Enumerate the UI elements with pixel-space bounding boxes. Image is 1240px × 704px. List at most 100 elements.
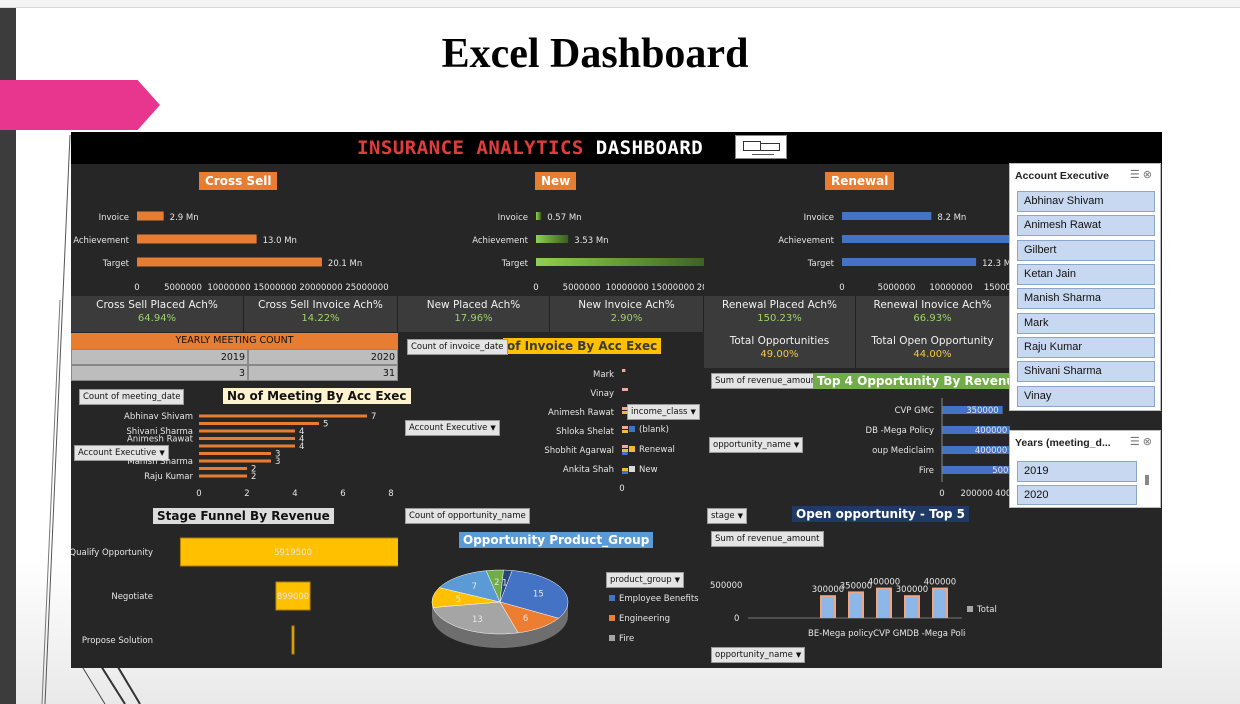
meetings-chart[interactable]: Abhinav Shivam 75Shivani Sharma 4Animesh R… xyxy=(71,404,398,500)
data-label: 12.3 Mn xyxy=(982,259,1010,269)
ymc-count-2020: 31 xyxy=(248,365,398,381)
slicer-item[interactable]: Vinay xyxy=(1017,386,1155,407)
pink-arrow-shape xyxy=(0,80,160,130)
stage-filter[interactable]: stage ▼ xyxy=(707,508,747,524)
new-title: New xyxy=(535,172,577,190)
slicer-multiselect-icon[interactable]: ☰ ⊗ xyxy=(1130,168,1152,181)
x-tick-label: 0 xyxy=(134,283,139,293)
cross-sell-chart[interactable]: Invoice 2.9 Mn Achievement 13.0 Mn Target 20.… xyxy=(71,196,398,296)
yearly-meeting-title: YEARLY MEETING COUNT xyxy=(71,333,398,349)
bar-segment xyxy=(622,449,628,452)
category-label: Manish Sharma xyxy=(127,457,193,467)
slicer-multiselect-icon[interactable]: ☰ ⊗ xyxy=(1130,435,1152,448)
new-chart[interactable]: Invoice0.57 MnAchievement3.53 MnTarget19… xyxy=(398,196,704,296)
ymc-year-2020: 2020 xyxy=(248,349,398,365)
column-highlight xyxy=(822,597,834,618)
data-label: 5919500 xyxy=(274,548,312,558)
stage-funnel-chart[interactable]: Qualify Opportunity 5919500 Negotiate 89900… xyxy=(71,528,398,668)
kpi-renewal-invoice: Renewal Inovice Ach% 66.93% xyxy=(856,296,1010,332)
bar xyxy=(199,437,295,440)
kpi-value: 64.94% xyxy=(137,313,177,324)
invoice-chart[interactable]: Mark Vinay Animesh Rawat Shloka Shelat Shobh… xyxy=(398,364,628,500)
slicer-item[interactable]: Manish Sharma xyxy=(1017,288,1155,309)
bar-segment xyxy=(622,411,628,414)
x-tick-label: 15000000 xyxy=(651,283,694,293)
bar xyxy=(199,422,319,425)
category-label: Shobhit Agarwal xyxy=(544,446,614,456)
open-top5-name-filter[interactable]: opportunity_name ▼ xyxy=(711,647,806,663)
slicer-item[interactable]: Abhinav Shivam xyxy=(1017,191,1155,212)
x-tick-label: 15000000 xyxy=(253,283,296,293)
top-opp-chart-title: Top 4 Opportunity By Revenue xyxy=(813,373,1028,389)
slicer-item[interactable]: Ketan Jain xyxy=(1017,264,1155,285)
x-tick-label: 0 xyxy=(533,283,538,293)
company-logo xyxy=(735,135,787,159)
renewal-chart[interactable]: Invoice8.2 MnAchievement18.5 MnTarget12.… xyxy=(704,196,1010,296)
category-label: Invoice xyxy=(804,213,834,223)
slicer-item[interactable]: Animesh Rawat xyxy=(1017,215,1155,236)
data-label: 13.0 Mn xyxy=(263,236,297,246)
meetings-chart-title: No of Meeting By Acc Exec xyxy=(223,388,411,404)
slice-label: 5 xyxy=(456,595,461,605)
slicer-scrollbar[interactable] xyxy=(1145,475,1149,485)
category-label: Raju Kumar xyxy=(144,472,193,482)
open-top5-title: Open opportunity - Top 5 xyxy=(792,506,970,522)
filter-icon: ▼ xyxy=(737,512,743,520)
legend-blank: (blank) xyxy=(629,425,669,435)
legend-engineering: Engineering xyxy=(609,614,670,624)
dashboard-title-red: INSURANCE ANALYTICS xyxy=(357,137,584,159)
meeting-field-button[interactable]: Count of meeting_date xyxy=(79,389,185,405)
bar xyxy=(199,414,367,418)
kpi-cross-sell-invoice: Cross Sell Invoice Ach% 14.22% xyxy=(244,296,398,332)
slicer-item[interactable]: 2019 xyxy=(1017,461,1137,482)
slice-label: 1 xyxy=(502,578,507,588)
clear-filter-icon[interactable]: ⊗ xyxy=(1143,169,1152,181)
data-label: 20.1 Mn xyxy=(328,259,362,269)
slice-label: 6 xyxy=(523,614,528,624)
data-label: 0.57 Mn xyxy=(547,213,581,223)
product-group-pie[interactable]: 15 6 13 5 7 2 1 xyxy=(426,558,586,664)
slicer-item[interactable]: Shivani Sharma xyxy=(1017,361,1155,382)
y-tick-label: 500000 xyxy=(710,581,742,591)
clear-filter-icon[interactable]: ⊗ xyxy=(1143,436,1152,448)
product-group-filter[interactable]: product_group ▼ xyxy=(606,572,685,588)
dashboard: INSURANCE ANALYTICS DASHBOARD Cross Sell… xyxy=(71,132,1162,668)
slicer-item[interactable]: Raju Kumar xyxy=(1017,337,1155,358)
account-executive-slicer[interactable]: Account Executive ☰ ⊗ Abhinav Shivam Ani… xyxy=(1009,163,1161,411)
years-slicer[interactable]: Years (meeting_d... ☰ ⊗ 2019 2020 xyxy=(1009,430,1161,508)
kpi-label: New Placed Ach% xyxy=(426,299,521,311)
product-field-button[interactable]: Count of opportunity_name xyxy=(405,508,530,524)
kpi-new-invoice: New Invoice Ach% 2.90% xyxy=(550,296,704,332)
bar-segment xyxy=(622,388,628,391)
slicer-item[interactable]: Mark xyxy=(1017,313,1155,334)
slicer-item[interactable]: Gilbert xyxy=(1017,240,1155,261)
open-top5-field-button[interactable]: Sum of revenue_amount xyxy=(711,531,824,547)
category-label: Target xyxy=(501,259,529,269)
income-class-filter[interactable]: income_class ▼ xyxy=(627,404,700,420)
open-top5-chart[interactable]: 5000000300000350000400000300000400000BE-… xyxy=(704,568,966,644)
category-label: Achievement xyxy=(73,236,129,246)
kpi-value: 49.00% xyxy=(760,349,799,360)
x-tick-label: 200000 xyxy=(960,489,992,499)
dropdown-arrow-icon: ▼ xyxy=(674,576,681,584)
kpi-value: 14.22% xyxy=(301,313,340,324)
slice-label: 7 xyxy=(472,582,477,592)
category-label: oup Mediclaim xyxy=(872,446,934,456)
x-tick-label: 20000000 xyxy=(697,283,704,293)
bar-segment xyxy=(622,426,628,429)
top-opportunity-chart[interactable]: CVP GMC 350000 DB -Mega Policy 400000 oup Me… xyxy=(704,394,1010,504)
data-label: 3 xyxy=(275,457,280,467)
kpi-value: 2.90% xyxy=(610,313,643,324)
slicer-item[interactable]: 2020 xyxy=(1017,485,1137,505)
top-opp-field-button[interactable]: Sum of revenue_amount xyxy=(711,373,824,389)
category-label: Achievement xyxy=(472,236,528,246)
bar xyxy=(137,211,164,221)
bar xyxy=(199,429,295,433)
data-label: 400000 xyxy=(975,446,1007,456)
x-tick-label: 0 xyxy=(619,484,624,494)
category-label: DB -Mega Policy xyxy=(866,426,934,436)
x-tick-label: 0 xyxy=(196,489,201,499)
bar xyxy=(137,257,322,267)
kpi-value: 66.93% xyxy=(913,313,952,324)
invoice-field-button[interactable]: Count of invoice_date xyxy=(407,339,508,355)
